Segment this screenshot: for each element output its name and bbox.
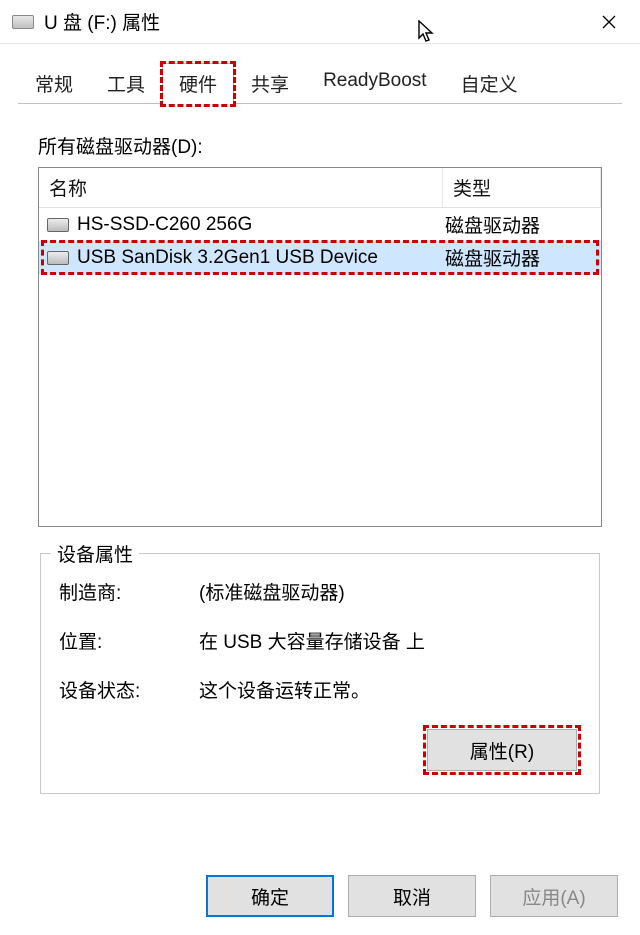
location-value: 在 USB 大容量存储设备 上 <box>199 627 581 654</box>
tab-tools[interactable]: 工具 <box>90 63 162 104</box>
drive-list-label: 所有磁盘驱动器(D): <box>38 132 602 159</box>
status-value: 这个设备运转正常。 <box>199 676 581 703</box>
device-properties-group: 设备属性 制造商: (标准磁盘驱动器) 位置: 在 USB 大容量存储设备 上 … <box>40 553 600 794</box>
location-label: 位置: <box>59 627 199 654</box>
disk-icon <box>47 218 69 232</box>
col-name[interactable]: 名称 <box>39 168 443 207</box>
hardware-panel: 所有磁盘驱动器(D): 名称 类型 HS-SSD-C260 256G 磁盘驱动器… <box>18 104 622 808</box>
disk-icon <box>47 251 69 265</box>
drive-list[interactable]: 名称 类型 HS-SSD-C260 256G 磁盘驱动器 USB SanDisk… <box>38 167 602 527</box>
titlebar: U 盘 (F:) 属性 <box>0 0 640 44</box>
row-type: 磁盘驱动器 <box>445 211 593 238</box>
status-label: 设备状态: <box>59 676 199 703</box>
manufacturer-value: (标准磁盘驱动器) <box>199 578 581 605</box>
apply-button[interactable]: 应用(A) <box>490 875 618 917</box>
tab-hardware[interactable]: 硬件 <box>162 63 234 104</box>
tab-sharing[interactable]: 共享 <box>234 63 306 104</box>
table-row[interactable]: HS-SSD-C260 256G 磁盘驱动器 <box>39 208 601 241</box>
row-name: HS-SSD-C260 256G <box>77 214 445 236</box>
cancel-button[interactable]: 取消 <box>348 875 476 917</box>
manufacturer-label: 制造商: <box>59 578 199 605</box>
row-name: USB SanDisk 3.2Gen1 USB Device <box>77 247 445 269</box>
close-button[interactable] <box>584 2 634 42</box>
window-title: U 盘 (F:) 属性 <box>44 8 584 35</box>
tab-general[interactable]: 常规 <box>18 63 90 104</box>
device-properties-legend: 设备属性 <box>51 540 139 567</box>
drive-icon <box>12 15 34 29</box>
tab-custom[interactable]: 自定义 <box>444 63 535 104</box>
row-type: 磁盘驱动器 <box>445 244 593 271</box>
drive-list-header: 名称 类型 <box>39 168 601 208</box>
ok-button[interactable]: 确定 <box>206 875 334 917</box>
device-properties-button[interactable]: 属性(R) <box>427 729 577 771</box>
table-row[interactable]: USB SanDisk 3.2Gen1 USB Device 磁盘驱动器 <box>39 241 601 274</box>
col-type[interactable]: 类型 <box>443 168 601 207</box>
tab-readyboost[interactable]: ReadyBoost <box>306 63 444 104</box>
dialog-footer: 确定 取消 应用(A) <box>0 875 640 917</box>
tab-strip: 常规 工具 硬件 共享 ReadyBoost 自定义 <box>18 62 622 104</box>
